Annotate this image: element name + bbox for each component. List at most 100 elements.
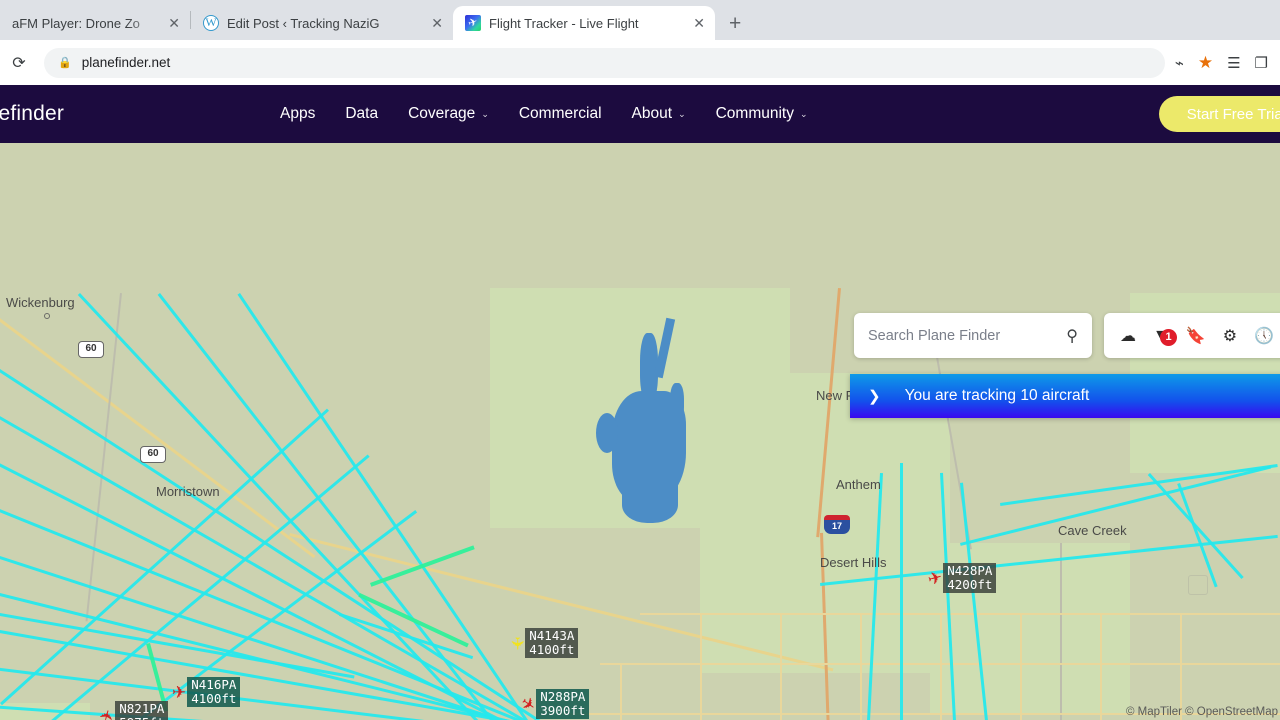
nav-label: Data — [345, 105, 379, 122]
start-free-trial-button[interactable]: Start Free Trial — [1158, 96, 1280, 132]
bookmark-icon[interactable]: 🔖 — [1186, 326, 1206, 346]
tab-close-icon[interactable]: ✕ — [168, 16, 180, 30]
aircraft-icon: ✈ — [925, 566, 945, 590]
site-navigation: planefinder Apps Data Coverage ⌄ Commerc… — [0, 85, 1280, 143]
chevron-down-icon: ⌄ — [481, 108, 489, 119]
search-icon[interactable]: ⚲ — [1066, 326, 1078, 346]
nav-label: Commercial — [518, 105, 602, 122]
chevron-down-icon: ⌄ — [678, 108, 686, 119]
place-label-cave-creek: Cave Creek — [1058, 523, 1127, 538]
tab-title: aFM Player: Drone Zo — [12, 15, 140, 31]
street-grid — [700, 613, 702, 720]
share-icon[interactable]: ⌁ — [1175, 54, 1184, 72]
place-label-morristown: Morristown — [156, 484, 220, 499]
interstate-shield-17: 17 — [824, 515, 850, 534]
search-input[interactable] — [868, 327, 1067, 344]
street-grid — [620, 663, 622, 720]
browser-tab-1[interactable]: aFM Player: Drone Zo ✕ — [0, 6, 190, 40]
browser-tab-3-active[interactable]: Flight Tracker - Live Flight ✕ — [453, 6, 715, 40]
bookmark-star-icon[interactable]: ★ — [1198, 53, 1213, 73]
flight-trail — [900, 463, 903, 720]
place-label-anthem: Anthem — [836, 477, 881, 492]
toolbar-right-icons: ⌁ ★ ☰ ❐ — [1175, 53, 1270, 73]
tracking-banner-text: You are tracking 10 aircraft — [904, 387, 1090, 404]
aircraft-label: N416PA 4100ft — [187, 677, 241, 707]
nav-item-apps[interactable]: Apps — [280, 105, 315, 123]
tracking-banner[interactable]: ❯ You are tracking 10 aircraft — [850, 374, 1280, 418]
wordpress-icon: W — [203, 15, 219, 31]
aircraft-alt: 4200ft — [947, 577, 993, 592]
side-panel-icon[interactable]: ❐ — [1255, 54, 1268, 72]
nav-item-community[interactable]: Community ⌄ — [716, 105, 808, 123]
nav-label: Apps — [280, 105, 316, 122]
tab-close-icon[interactable]: ✕ — [431, 16, 443, 30]
planefinder-icon — [465, 15, 481, 31]
nav-item-about[interactable]: About ⌄ — [632, 105, 686, 123]
aircraft-alt: 5975ft — [119, 715, 164, 720]
poi-icon — [1188, 575, 1208, 595]
tab-close-icon[interactable]: ✕ — [693, 16, 705, 30]
street-grid — [1180, 613, 1182, 720]
settings-gear-icon[interactable]: ⚙ — [1223, 326, 1237, 346]
chevron-right-icon[interactable]: ❯ — [868, 387, 881, 405]
route-shield-60: 60 — [140, 446, 166, 463]
filter-badge: 1 — [1160, 328, 1177, 346]
filter-icon[interactable]: ▼1 — [1153, 327, 1177, 346]
map-search-box[interactable]: ⚲ — [854, 313, 1092, 358]
aircraft-label: N288PA 3900ft — [536, 689, 590, 719]
street-grid — [640, 613, 1280, 615]
reload-icon[interactable]: ⟳ — [4, 48, 34, 78]
nav-item-coverage[interactable]: Coverage ⌄ — [408, 105, 489, 123]
nav-label: About — [631, 105, 673, 122]
flight-map[interactable]: Wickenburg Morristown New R Anthem Deser… — [0, 143, 1280, 720]
aircraft-reg: N288PA — [540, 689, 586, 704]
lake-arm — [596, 413, 618, 453]
map-tool-panel: ☁ ▼1 🔖 ⚙ 🕔 — [1104, 313, 1280, 358]
flight-trail — [1177, 483, 1218, 588]
tab-title: Edit Post ‹ Tracking NaziG — [227, 15, 380, 31]
route-shield-60: 60 — [78, 341, 104, 358]
tab-title: Flight Tracker - Live Flight — [489, 15, 639, 31]
aircraft-marker-N428PA[interactable]: ✈ N428PA 4200ft — [925, 563, 997, 593]
lake-south — [622, 483, 678, 523]
nav-label: Community — [715, 105, 794, 122]
aircraft-icon: ✈ — [96, 706, 119, 720]
chevron-down-icon: ⌄ — [800, 108, 808, 119]
street-grid — [780, 613, 782, 720]
aircraft-icon: ✈ — [507, 635, 527, 651]
street-grid — [940, 613, 942, 720]
planefinder-logo[interactable]: planefinder — [0, 102, 84, 126]
nav-item-data[interactable]: Data — [345, 105, 378, 123]
nav-links: Apps Data Coverage ⌄ Commercial About ⌄ … — [280, 105, 808, 123]
nav-label: Coverage — [408, 105, 476, 122]
address-bar[interactable]: 🔒 planefinder.net — [44, 47, 1165, 78]
map-attribution: © MapTiler © OpenStreetMap — [1125, 706, 1278, 718]
aircraft-marker-N288PA[interactable]: ✈ N288PA 3900ft — [517, 689, 590, 719]
weather-icon[interactable]: ☁ — [1120, 326, 1136, 346]
aircraft-marker-N4143A[interactable]: ✈ N4143A 4100ft — [507, 628, 579, 658]
nav-item-commercial[interactable]: Commercial — [519, 105, 602, 123]
aircraft-reg: N821PA — [119, 701, 165, 716]
reading-list-icon[interactable]: ☰ — [1227, 54, 1240, 72]
lock-icon: 🔒 — [58, 57, 72, 69]
history-clock-icon[interactable]: 🕔 — [1254, 326, 1274, 346]
place-label-desert-hills: Desert Hills — [820, 555, 887, 570]
aircraft-reg: N428PA — [947, 563, 993, 578]
aircraft-marker-N416PA[interactable]: ✈ N416PA 4100ft — [172, 677, 241, 707]
minor-road — [1060, 543, 1062, 720]
street-grid — [1020, 613, 1022, 720]
flight-trail-active — [370, 545, 475, 587]
aircraft-icon: ✈ — [172, 682, 187, 702]
url-text: planefinder.net — [81, 55, 171, 70]
place-dot — [44, 313, 50, 319]
aircraft-marker-N821PA[interactable]: ✈ N821PA5975ft — [96, 701, 169, 720]
aircraft-label: N428PA 4200ft — [943, 563, 997, 593]
new-tab-button[interactable]: + — [715, 13, 753, 40]
aircraft-alt: 4100ft — [529, 642, 575, 657]
place-label-wickenburg: Wickenburg — [6, 295, 75, 310]
aircraft-reg: N416PA — [191, 677, 237, 692]
aircraft-alt: 4100ft — [191, 691, 237, 706]
browser-tab-2[interactable]: W Edit Post ‹ Tracking NaziG ✕ — [191, 6, 453, 40]
aircraft-alt: 3900ft — [540, 703, 586, 718]
aircraft-reg: N4143A — [529, 628, 575, 643]
